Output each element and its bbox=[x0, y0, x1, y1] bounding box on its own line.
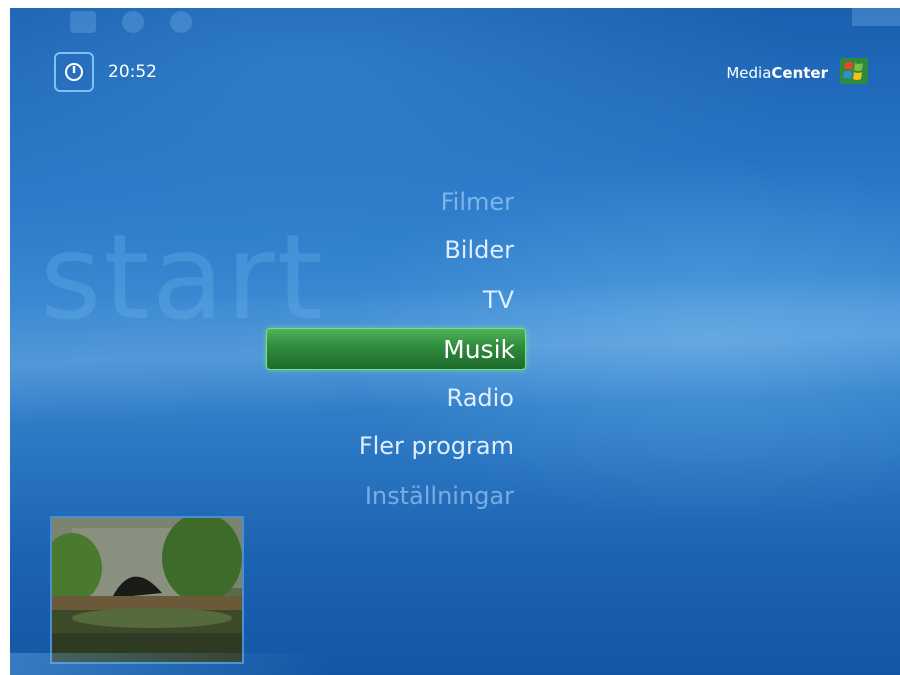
menu-item-installningar[interactable]: Inställningar bbox=[365, 482, 514, 510]
menu-item-fler-program[interactable]: Fler program bbox=[359, 432, 514, 460]
menu-item-bilder[interactable]: Bilder bbox=[444, 236, 514, 264]
menu-item-musik[interactable]: Musik bbox=[266, 328, 526, 370]
menu-item-filmer[interactable]: Filmer bbox=[441, 188, 514, 216]
menu-item-musik-label: Musik bbox=[443, 335, 515, 364]
live-tv-preview[interactable] bbox=[50, 516, 244, 664]
menu-item-radio[interactable]: Radio bbox=[447, 384, 514, 412]
media-center-screen: 20:52 MediaCenter start Filmer Bilder TV… bbox=[10, 8, 900, 675]
menu-item-tv[interactable]: TV bbox=[483, 286, 514, 314]
bottom-status-strip bbox=[10, 653, 330, 675]
preview-image bbox=[52, 518, 242, 662]
